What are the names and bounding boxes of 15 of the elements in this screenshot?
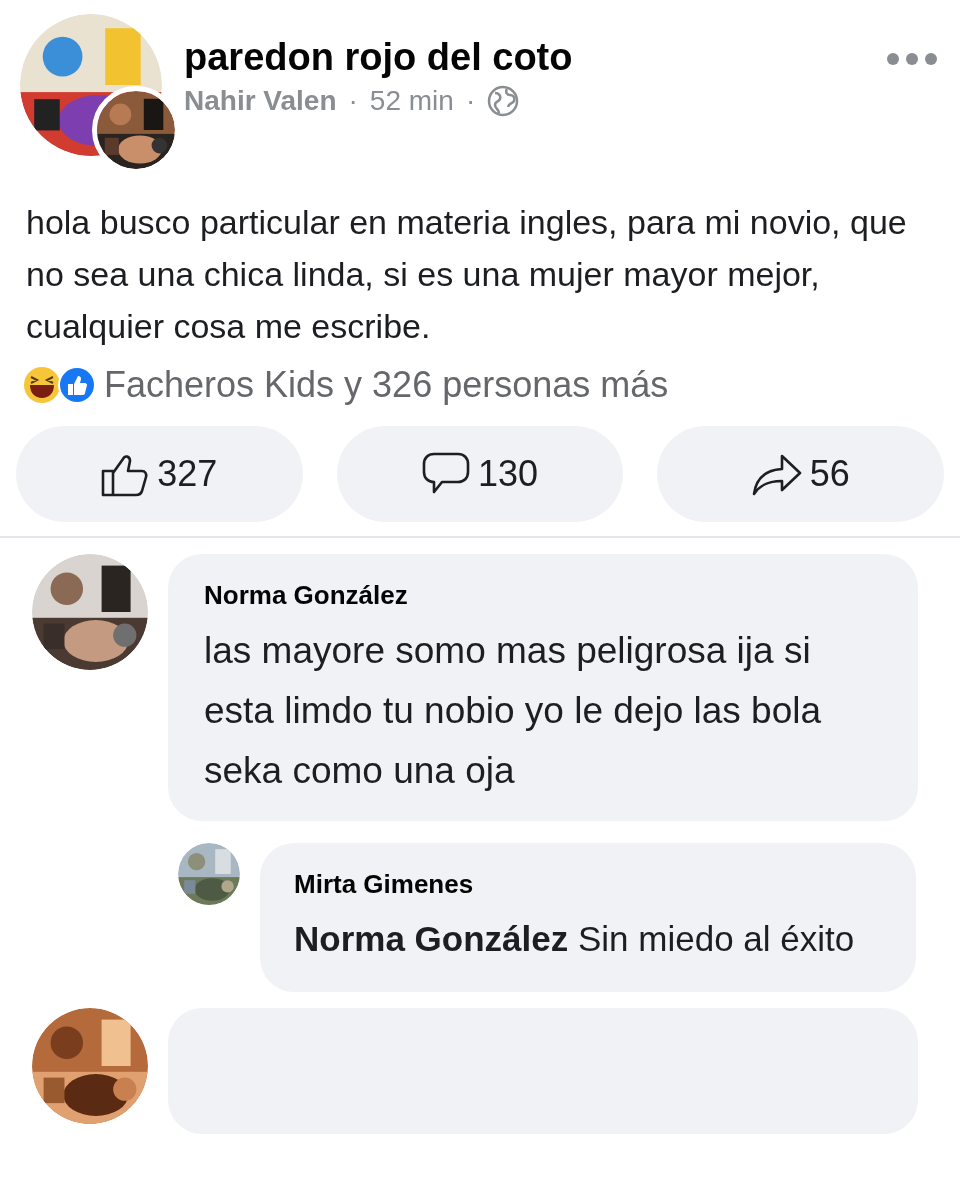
share-arrow-icon <box>751 452 802 496</box>
comment-text: Norma González Sin miedo al éxito <box>294 918 856 960</box>
like-button[interactable]: 327 <box>16 426 303 522</box>
reactions-summary[interactable]: Facheros Kids y 326 personas más <box>104 364 669 406</box>
globe-icon <box>487 85 520 117</box>
commenter-name[interactable]: Mirta Gimenes <box>294 869 886 900</box>
more-options-icon[interactable] <box>886 52 938 66</box>
separator-dot: · <box>465 85 476 117</box>
separator-dot: · <box>348 85 358 117</box>
comment-button[interactable]: 130 <box>336 426 624 522</box>
share-button[interactable]: 56 <box>657 426 944 522</box>
group-name[interactable]: paredon rojo del coto <box>184 36 864 79</box>
post-text: hola busco particular en materia ingles, para mi novio, que no sea una chica linda, si es una mujer mayor mejor, cualquier cosa me escribe. <box>25 202 908 347</box>
commenter-name[interactable]: Norma González <box>204 580 888 611</box>
comment-text: las mayore somo mas peligrosa ija si esta limdo tu nobio yo le dejo las bola seka como una oja <box>204 629 823 793</box>
